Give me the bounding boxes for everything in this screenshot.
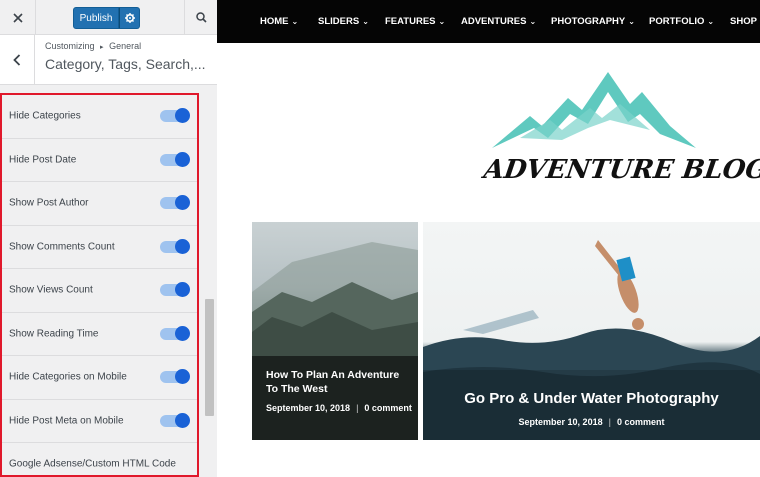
post-comments[interactable]: 0 comment <box>364 403 412 413</box>
nav-item-portfolio[interactable]: PORTFOLIO ⌄ <box>649 0 714 43</box>
gear-icon <box>124 13 135 23</box>
nav-label: SLIDERS <box>318 16 360 27</box>
post-comments[interactable]: 0 comment <box>617 417 665 427</box>
chevron-down-icon: ⌄ <box>529 17 537 26</box>
panel-scrollbar[interactable] <box>202 85 217 477</box>
section-header: Customizing ▸ General Category, Tags, Se… <box>0 35 217 85</box>
nav-label: PORTFOLIO <box>649 16 705 27</box>
scrollbar-thumb[interactable] <box>205 299 214 416</box>
post-title[interactable]: Go Pro & Under Water Photography <box>423 390 760 407</box>
nav-item-photography[interactable]: PHOTOGRAPHY ⌄ <box>551 0 635 43</box>
post-meta: September 10, 2018 | 0 comment <box>266 402 414 415</box>
chevron-left-icon <box>13 54 21 66</box>
nav-item-sliders[interactable]: SLIDERS ⌄ <box>318 0 369 43</box>
nav-item-home[interactable]: HOME ⌄ <box>260 0 298 43</box>
customizer-panel: Publish Customizing ▸ General Category, … <box>0 0 217 477</box>
nav-label: HOME <box>260 16 289 27</box>
publish-settings-button[interactable] <box>119 7 140 29</box>
close-customizer-button[interactable] <box>0 0 36 35</box>
section-title: Category, Tags, Search,... <box>45 56 205 72</box>
nav-item-features[interactable]: FEATURES ⌄ <box>385 0 445 43</box>
mountain-logo-icon <box>492 72 696 148</box>
breadcrumb-parent: General <box>109 41 142 51</box>
chevron-down-icon: ⌄ <box>628 17 635 26</box>
breadcrumb-separator: ▸ <box>100 44 104 51</box>
search-icon <box>195 12 207 23</box>
nav-item-shop[interactable]: SHOP <box>730 0 757 43</box>
post-meta: September 10, 2018 | 0 comment <box>423 417 760 427</box>
highlight-box <box>0 93 199 477</box>
nav-item-adventures[interactable]: ADVENTURES ⌄ <box>461 0 536 43</box>
meta-separator: | <box>608 417 611 427</box>
nav-label: FEATURES <box>385 16 436 27</box>
site-logo-text[interactable]: ADVENTURE BLOG <box>482 155 760 185</box>
meta-separator: | <box>356 403 359 413</box>
search-controls-button[interactable] <box>184 0 217 35</box>
post-title[interactable]: How To Plan An Adventure To The West <box>266 368 414 396</box>
nav-label: ADVENTURES <box>461 16 527 27</box>
chevron-down-icon: ⌄ <box>707 17 715 26</box>
post-card[interactable]: Go Pro & Under Water Photography Septemb… <box>423 222 760 440</box>
nav-label: SHOP <box>730 16 757 27</box>
chevron-down-icon: ⌄ <box>362 17 369 26</box>
back-button[interactable] <box>0 35 35 85</box>
post-date: September 10, 2018 <box>518 417 603 427</box>
post-date: September 10, 2018 <box>266 403 351 413</box>
nav-label: PHOTOGRAPHY <box>551 16 626 27</box>
close-icon <box>12 12 23 23</box>
publish-button[interactable]: Publish <box>73 7 119 29</box>
breadcrumb: Customizing ▸ General <box>45 41 141 51</box>
chevron-down-icon: ⌄ <box>291 17 299 26</box>
customizer-topbar: Publish <box>0 0 217 35</box>
post-card[interactable]: How To Plan An Adventure To The West Sep… <box>252 222 418 440</box>
chevron-down-icon: ⌄ <box>438 17 446 26</box>
breadcrumb-root: Customizing <box>45 41 95 51</box>
main-navigation: HOME ⌄ SLIDERS ⌄ FEATURES ⌄ ADVENTURES ⌄ PHO… <box>217 0 760 43</box>
